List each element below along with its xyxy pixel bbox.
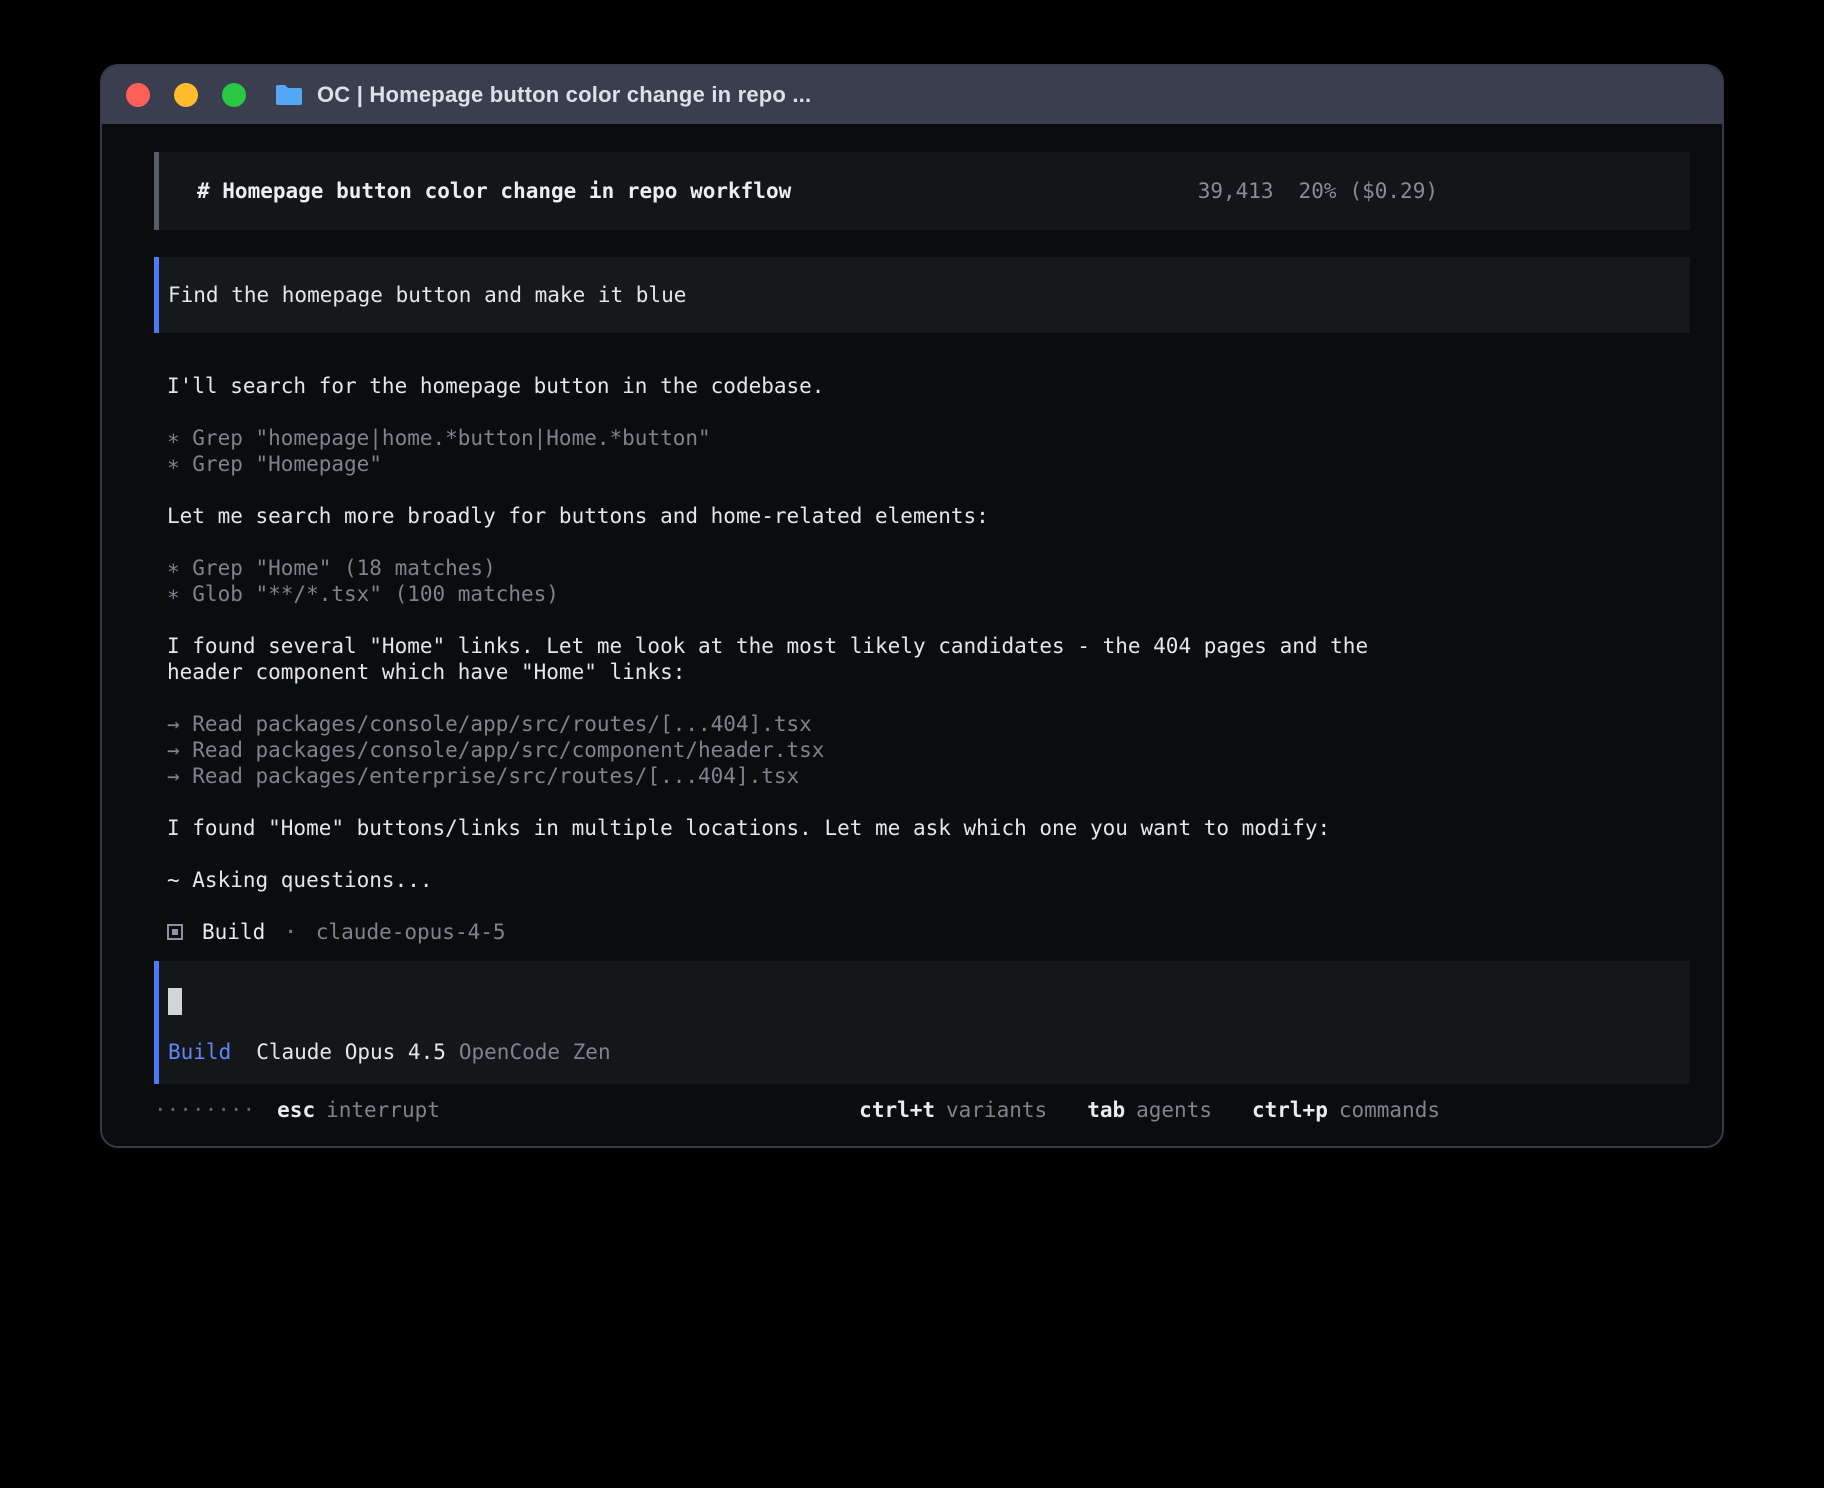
assistant-text: Let me search more broadly for buttons a…	[167, 503, 1427, 529]
terminal-window: OC | Homepage button color change in rep…	[100, 64, 1724, 1148]
tool-call-grep: ∗ Grep "Home" (18 matches)	[167, 555, 1690, 581]
shortcut-key: tab	[1087, 1098, 1125, 1122]
tool-call-read: → Read packages/console/app/src/routes/[…	[167, 711, 1690, 737]
assistant-text: I found several "Home" links. Let me loo…	[167, 633, 1427, 685]
model-row: Build Claude Opus 4.5 OpenCode Zen	[168, 1040, 1690, 1064]
agent-mode-label[interactable]: Build	[168, 1040, 231, 1064]
shortcut-label: interrupt	[326, 1098, 440, 1122]
user-message: Find the homepage button and make it blu…	[154, 257, 1690, 333]
assistant-transcript: I'll search for the homepage button in t…	[154, 373, 1690, 945]
statusbar: ········ esc interrupt ctrl+t variants t…	[154, 1096, 1690, 1124]
tool-call-grep: ∗ Grep "Homepage"	[167, 451, 1690, 477]
terminal-content: # Homepage button color change in repo w…	[102, 124, 1722, 1124]
assistant-text: I found "Home" buttons/links in multiple…	[167, 815, 1427, 841]
agent-row: Build · claude-opus-4-5	[167, 919, 1690, 945]
shortcut-agents: tab agents	[1087, 1098, 1212, 1122]
agent-separator: ·	[284, 919, 297, 945]
tool-call-read: → Read packages/console/app/src/componen…	[167, 737, 1690, 763]
session-header: # Homepage button color change in repo w…	[154, 152, 1690, 230]
tool-call-group: → Read packages/console/app/src/routes/[…	[167, 711, 1690, 789]
session-stats: 39,413 20% ($0.29)	[1198, 179, 1438, 203]
shortcut-variants: ctrl+t variants	[859, 1098, 1047, 1122]
shortcut-label: commands	[1339, 1098, 1440, 1122]
session-cost: ($0.29)	[1349, 179, 1438, 203]
titlebar[interactable]: OC | Homepage button color change in rep…	[102, 66, 1722, 124]
zoom-button[interactable]	[222, 83, 246, 107]
folder-icon	[274, 83, 304, 107]
shortcut-key: esc	[277, 1098, 315, 1122]
shortcut-key: ctrl+p	[1252, 1098, 1328, 1122]
text-cursor	[168, 988, 182, 1015]
shortcut-commands: ctrl+p commands	[1252, 1098, 1440, 1122]
context-percent: 20%	[1299, 179, 1337, 203]
shortcut-label: agents	[1136, 1098, 1212, 1122]
agent-name: Build	[202, 919, 265, 945]
tool-call-glob: ∗ Glob "**/*.tsx" (100 matches)	[167, 581, 1690, 607]
assistant-text: I'll search for the homepage button in t…	[167, 373, 1427, 399]
shortcut-interrupt: esc interrupt	[277, 1098, 440, 1122]
model-provider: OpenCode Zen	[459, 1040, 611, 1064]
shortcut-key: ctrl+t	[859, 1098, 935, 1122]
title-group: OC | Homepage button color change in rep…	[274, 82, 811, 108]
token-count: 39,413	[1198, 179, 1274, 203]
tool-call-read: → Read packages/enterprise/src/routes/[.…	[167, 763, 1690, 789]
square-in-square-icon	[167, 924, 183, 940]
model-name[interactable]: Claude Opus 4.5	[256, 1040, 446, 1064]
shortcut-hints: ctrl+t variants tab agents ctrl+p comman…	[859, 1098, 1440, 1122]
prompt-input[interactable]: Build Claude Opus 4.5 OpenCode Zen	[154, 961, 1690, 1084]
spinner-dots: ········	[154, 1098, 255, 1122]
assistant-status-text: ~ Asking questions...	[167, 867, 1427, 893]
tool-call-grep: ∗ Grep "homepage|home.*button|Home.*butt…	[167, 425, 1690, 451]
traffic-lights	[126, 83, 246, 107]
agent-model: claude-opus-4-5	[316, 919, 506, 945]
close-button[interactable]	[126, 83, 150, 107]
session-title: # Homepage button color change in repo w…	[197, 179, 791, 203]
tool-call-group: ∗ Grep "Home" (18 matches) ∗ Glob "**/*.…	[167, 555, 1690, 607]
user-message-text: Find the homepage button and make it blu…	[168, 283, 686, 307]
shortcut-label: variants	[946, 1098, 1047, 1122]
window-title: OC | Homepage button color change in rep…	[317, 82, 811, 108]
tool-call-group: ∗ Grep "homepage|home.*button|Home.*butt…	[167, 425, 1690, 477]
minimize-button[interactable]	[174, 83, 198, 107]
